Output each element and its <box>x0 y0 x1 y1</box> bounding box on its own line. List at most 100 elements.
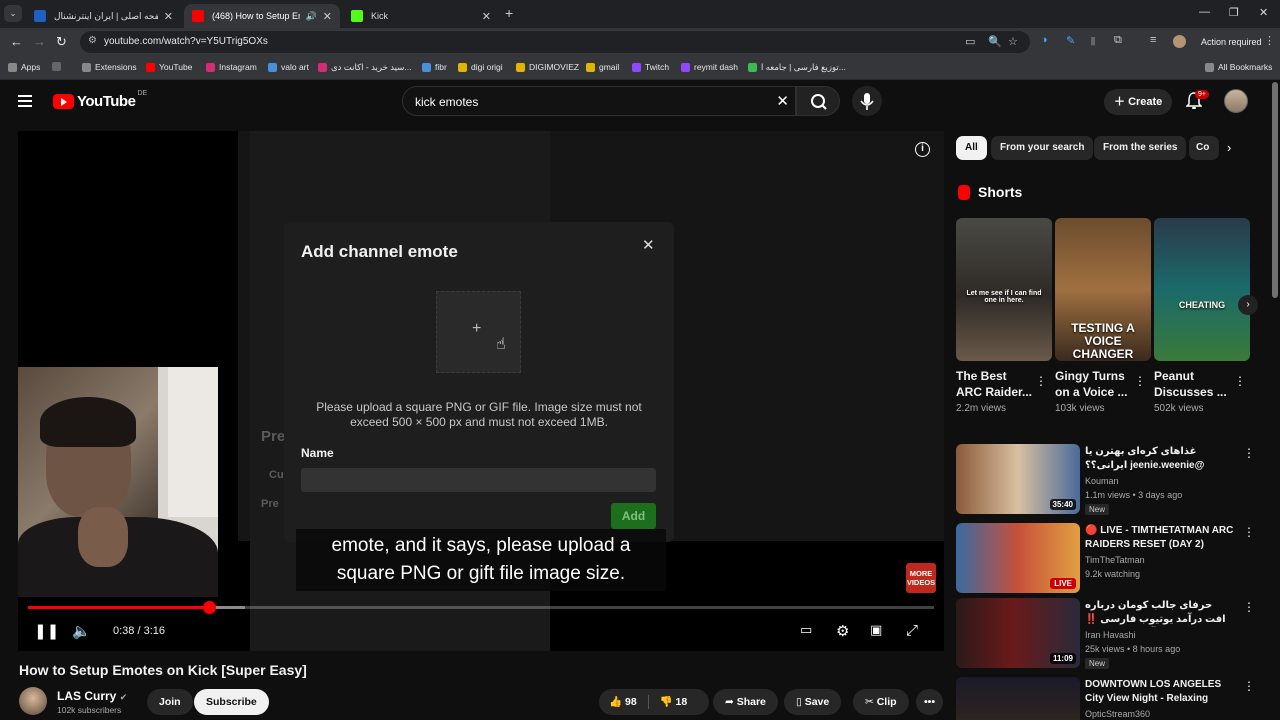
clear-search-icon[interactable]: ✕ <box>776 92 789 110</box>
voice-search-button[interactable] <box>852 86 882 116</box>
bookmark-extensions[interactable]: Extensions <box>82 62 137 72</box>
more-options-icon[interactable]: ⋮ <box>1035 374 1047 388</box>
video-thumbnail[interactable]: 35:40 <box>956 444 1080 514</box>
bookmark-apps[interactable]: Apps <box>8 62 40 72</box>
profile-avatar[interactable] <box>1173 35 1186 48</box>
channel-name[interactable]: Iran Havashi <box>1085 630 1136 640</box>
subscribe-button[interactable]: Subscribe <box>194 689 269 715</box>
volume-icon[interactable]: 🔈 <box>72 622 91 640</box>
maximize-icon[interactable]: ❐ <box>1229 6 1239 19</box>
forward-icon[interactable]: → <box>33 34 46 49</box>
bookmark-reymit[interactable]: reymit dash <box>681 62 738 72</box>
add-button[interactable]: Add <box>611 503 656 529</box>
emote-name-input[interactable] <box>301 468 656 492</box>
video-thumbnail[interactable]: LIVE <box>956 523 1080 593</box>
scrubber-knob[interactable] <box>203 601 217 614</box>
list-item[interactable]: 35:40 غذاهای کره‌ای بهترن یا ایرانی؟؟ je… <box>956 444 1256 515</box>
close-tab-icon[interactable]: ✕ <box>482 10 491 23</box>
extension-icon[interactable]: ◗ <box>1042 34 1049 46</box>
grid-icon[interactable] <box>52 62 65 71</box>
list-item[interactable]: 11:09 حرفای جالب کومان درباره افت درآمد … <box>956 598 1256 669</box>
channel-name[interactable]: LAS Curry ✔ <box>57 689 127 703</box>
more-options-icon[interactable]: ⋮ <box>1243 679 1255 693</box>
search-input[interactable]: kick emotes ✕ <box>402 86 796 116</box>
action-required-button[interactable]: Action required <box>1193 31 1270 53</box>
chip-from-your-search[interactable]: From your search <box>991 136 1094 160</box>
page-scrollbar[interactable] <box>1272 82 1278 298</box>
dislike-button[interactable]: 👎 18 <box>660 696 688 708</box>
short-thumbnail[interactable]: TESTING A VOICE CHANGER <box>1055 218 1151 361</box>
channel-name[interactable]: OpticStream360 <box>1085 709 1150 719</box>
reload-icon[interactable]: ↻ <box>56 34 67 50</box>
list-item[interactable]: DOWNTOWN LOS ANGELES City View Night - R… <box>956 677 1256 720</box>
bookmark-fibr[interactable]: fibr <box>422 62 447 72</box>
short-title[interactable]: Peanut Discusses ... <box>1154 368 1232 400</box>
more-options-icon[interactable]: ⋮ <box>1243 525 1255 539</box>
short-thumbnail[interactable]: CHEATING <box>1154 218 1250 361</box>
short-title[interactable]: The Best ARC Raider... <box>956 368 1034 400</box>
browser-tab-youtube[interactable]: (468) How to Setup Emotes 🔊 ✕ <box>184 4 340 28</box>
create-button[interactable]: ＋ Create <box>1104 89 1173 115</box>
like-button[interactable]: 👍 98 <box>609 696 637 708</box>
channel-name[interactable]: Kouman <box>1085 476 1119 486</box>
bookmark-digi-origi[interactable]: digi origi <box>458 62 503 72</box>
tab-search-button[interactable]: ⌄ <box>4 5 22 22</box>
chevron-right-icon[interactable]: › <box>1227 140 1231 155</box>
more-videos-button[interactable]: MORE VIDEOS <box>906 563 936 593</box>
info-icon[interactable]: i <box>915 142 930 157</box>
reading-list-icon[interactable]: ≡ <box>1150 34 1156 46</box>
fullscreen-icon[interactable]: ⤢ <box>906 622 918 639</box>
extension-icon[interactable]: ▮ <box>1090 34 1096 47</box>
list-item[interactable]: LIVE 🔴 LIVE - TIMTHETATMAN ARC RAIDERS R… <box>956 523 1256 593</box>
video-title[interactable]: DOWNTOWN LOS ANGELES City View Night - R… <box>1085 678 1235 706</box>
bookmark-digimoviez[interactable]: DIGIMOVIEZ <box>516 62 579 72</box>
video-thumbnail[interactable]: 11:09 <box>956 598 1080 668</box>
zoom-icon[interactable]: 🔍 <box>988 35 1002 48</box>
video-title[interactable]: حرفای جالب کومان درباره افت درآمد یوتیوب… <box>1085 599 1235 627</box>
short-title[interactable]: Gingy Turns on a Voice ... <box>1055 368 1133 400</box>
progress-bar[interactable] <box>28 601 934 614</box>
pause-icon[interactable]: ❚❚ <box>34 622 59 640</box>
theater-mode-icon[interactable]: ▣ <box>870 622 882 638</box>
shorts-next-icon[interactable]: › <box>1238 295 1258 315</box>
channel-avatar[interactable] <box>19 687 47 715</box>
speaker-icon[interactable]: 🔊 <box>306 11 317 22</box>
browser-menu-icon[interactable]: ⋮ <box>1264 34 1275 47</box>
account-avatar[interactable] <box>1224 89 1248 113</box>
close-window-icon[interactable]: ✕ <box>1259 6 1268 19</box>
video-title[interactable]: غذاهای کره‌ای بهترن یا ایرانی؟؟ jeenie.w… <box>1085 445 1235 473</box>
more-options-icon[interactable]: ⋮ <box>1134 374 1146 388</box>
search-button[interactable] <box>796 86 840 116</box>
bookmark-star-icon[interactable]: ☆ <box>1008 35 1018 48</box>
menu-icon[interactable] <box>18 95 32 107</box>
subtitles-icon[interactable]: ▭ <box>800 622 812 638</box>
chip-more[interactable]: Co <box>1189 136 1219 160</box>
short-thumbnail[interactable]: Let me see if I can find one in here. <box>956 218 1052 361</box>
bookmark-gmail[interactable]: gmail <box>586 62 619 72</box>
chip-all[interactable]: All <box>956 136 987 160</box>
bookmark-valo-art[interactable]: valo art <box>268 62 309 72</box>
close-tab-icon[interactable]: ✕ <box>323 10 332 23</box>
bookmark-community[interactable]: توزیع فارسی | جامعه ا... <box>748 62 846 73</box>
browser-tab-iranintl[interactable]: صفحه اصلی | ایران اینترنشنال ✕ <box>26 4 181 28</box>
more-actions-icon[interactable]: ••• <box>916 689 944 715</box>
more-options-icon[interactable]: ⋮ <box>1234 374 1246 388</box>
extensions-puzzle-icon[interactable]: ⧉ <box>1114 34 1122 47</box>
browser-tab-kick[interactable]: Kick ✕ <box>343 4 499 28</box>
join-button[interactable]: Join <box>147 689 193 715</box>
new-tab-icon[interactable]: + <box>505 5 513 21</box>
share-button[interactable]: ➦ Share <box>713 689 778 715</box>
more-options-icon[interactable]: ⋮ <box>1243 446 1255 460</box>
bookmark-instagram[interactable]: Instagram <box>206 62 257 72</box>
settings-gear-icon[interactable]: ⚙ <box>836 622 849 640</box>
bookmark-youtube[interactable]: YouTube <box>146 62 192 72</box>
install-icon[interactable]: ▭ <box>965 35 975 48</box>
extension-icon[interactable]: ✎ <box>1066 34 1075 47</box>
close-icon[interactable]: ✕ <box>642 236 655 254</box>
youtube-logo[interactable]: YouTube DE <box>53 90 147 110</box>
clip-button[interactable]: ✂ Clip <box>853 689 909 715</box>
back-icon[interactable]: ← <box>10 34 23 49</box>
video-thumbnail[interactable] <box>956 677 1080 720</box>
video-player[interactable]: Pre Cu Pre Add channel emote ✕ + ☝ Pleas… <box>18 131 944 651</box>
chip-from-the-series[interactable]: From the series <box>1094 136 1187 160</box>
